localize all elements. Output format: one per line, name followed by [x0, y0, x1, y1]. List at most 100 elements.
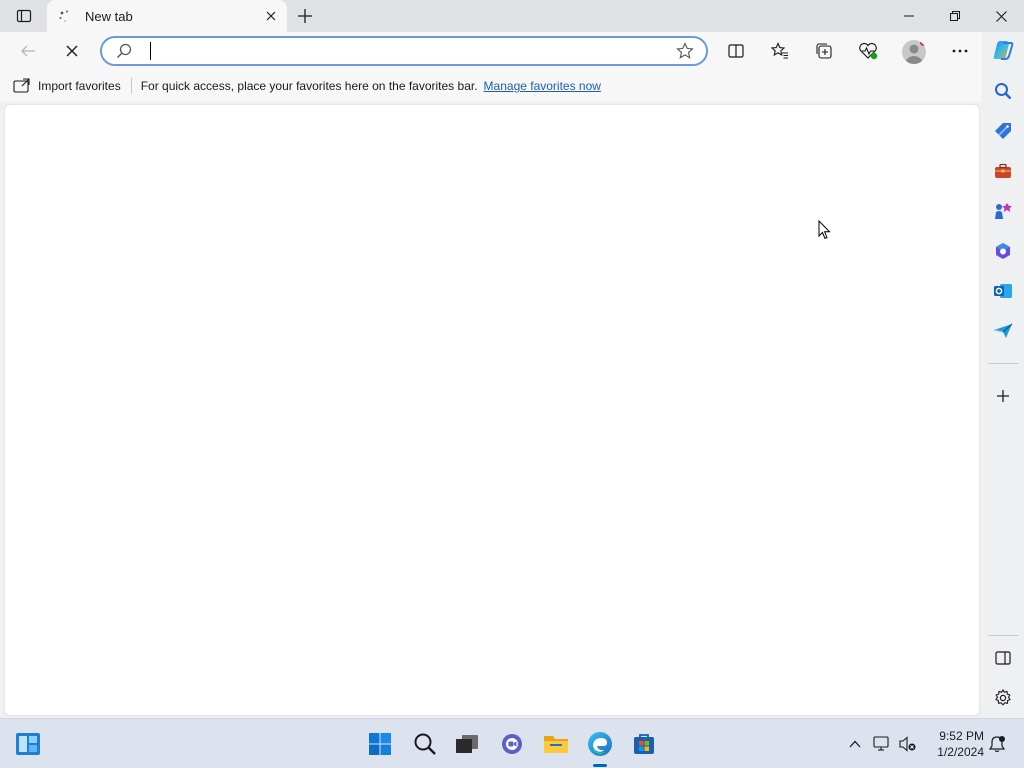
- close-icon: [995, 10, 1007, 22]
- copilot-icon: [993, 41, 1014, 60]
- tab-close-button[interactable]: [263, 8, 279, 24]
- collections-icon: [816, 43, 832, 59]
- back-arrow-icon: [21, 45, 35, 57]
- more-icon: [952, 49, 968, 53]
- sidebar-drop-button[interactable]: [990, 318, 1016, 344]
- address-bar[interactable]: [100, 36, 708, 66]
- notification-bell-icon: [988, 736, 1006, 753]
- microsoft-365-icon: [996, 243, 1010, 259]
- minimize-button[interactable]: [886, 0, 932, 32]
- store-icon: [634, 734, 654, 754]
- back-button[interactable]: [12, 36, 44, 66]
- search-icon: [995, 83, 1012, 100]
- sidebar-settings-button[interactable]: [990, 685, 1016, 711]
- edge-taskbar-button[interactable]: [585, 729, 615, 759]
- active-app-indicator: [593, 764, 607, 767]
- sidebar-tools-button[interactable]: [990, 158, 1016, 184]
- favorites-bar: Import favorites For quick access, place…: [0, 70, 982, 102]
- more-options-button[interactable]: [944, 36, 976, 66]
- widgets-button[interactable]: [13, 729, 43, 759]
- chat-icon: [502, 734, 522, 754]
- sidebar-search-button[interactable]: [990, 78, 1016, 104]
- favorites-hint-text: For quick access, place your favorites h…: [140, 79, 478, 93]
- clock-time: 9:52 PM: [939, 729, 984, 743]
- outlook-icon: [994, 284, 1012, 298]
- hide-sidebar-icon: [995, 651, 1011, 665]
- profile-avatar[interactable]: [902, 40, 926, 64]
- sidebar-shopping-button[interactable]: [990, 118, 1016, 144]
- tab-actions-button[interactable]: [10, 5, 38, 27]
- sidebar-m365-button[interactable]: [990, 238, 1016, 264]
- collections-button[interactable]: [808, 36, 840, 66]
- clock-date: 1/2/2024: [937, 745, 984, 759]
- chevron-up-icon: [849, 740, 861, 748]
- split-screen-icon: [728, 44, 744, 58]
- search-icon: [117, 43, 132, 58]
- volume-button[interactable]: [898, 734, 918, 754]
- plus-icon: [298, 9, 312, 23]
- taskbar-search-button[interactable]: [410, 729, 440, 759]
- edge-sidebar: [982, 32, 1024, 718]
- file-explorer-button[interactable]: [541, 729, 571, 759]
- favbar-divider: [130, 78, 132, 94]
- add-favorite-star-icon[interactable]: [676, 42, 694, 60]
- sidebar-games-button[interactable]: [990, 198, 1016, 224]
- stop-x-icon: [66, 45, 78, 57]
- browser-essentials-icon: [859, 42, 878, 60]
- file-explorer-icon: [544, 736, 568, 753]
- tab-new-tab[interactable]: New tab: [47, 0, 287, 32]
- tools-briefcase-icon: [995, 163, 1011, 178]
- address-input[interactable]: [148, 41, 658, 61]
- minimize-icon: [904, 15, 914, 17]
- show-hidden-icons-button[interactable]: [845, 734, 865, 754]
- tab-strip: New tab: [0, 0, 1024, 32]
- import-favorites-label: Import favorites: [38, 79, 121, 93]
- network-button[interactable]: [872, 734, 892, 754]
- sidebar-divider: [988, 363, 1018, 364]
- start-icon: [369, 733, 391, 755]
- import-icon: [13, 78, 30, 93]
- import-favorites-button[interactable]: Import favorites: [13, 78, 121, 94]
- favorites-icon: [771, 42, 788, 59]
- tab-actions-icon: [16, 9, 32, 23]
- close-icon: [266, 11, 276, 21]
- manage-favorites-link[interactable]: Manage favorites now: [484, 79, 601, 93]
- restore-icon: [950, 11, 960, 21]
- loading-spinner-icon: [59, 10, 69, 22]
- task-view-icon: [456, 735, 478, 753]
- search-icon: [414, 733, 436, 755]
- shopping-tag-icon: [995, 123, 1011, 139]
- mouse-pointer-icon: [818, 220, 831, 240]
- sidebar-add-button[interactable]: [990, 383, 1016, 409]
- volume-muted-icon: [899, 736, 916, 752]
- new-tab-button[interactable]: [292, 4, 318, 28]
- page-content-area[interactable]: [4, 104, 980, 716]
- favorites-button[interactable]: [764, 36, 796, 66]
- window-controls: [886, 0, 1024, 32]
- store-button[interactable]: [629, 729, 659, 759]
- windows-taskbar: 9:52 PM 1/2/2024: [0, 718, 1024, 768]
- stop-button[interactable]: [56, 36, 88, 66]
- drop-send-icon: [993, 323, 1013, 338]
- network-icon: [873, 736, 889, 751]
- games-icon: [995, 203, 1012, 219]
- browser-essentials-button[interactable]: [852, 36, 884, 66]
- chat-button[interactable]: [497, 729, 527, 759]
- split-screen-button[interactable]: [720, 36, 752, 66]
- sidebar-divider: [988, 635, 1018, 636]
- notifications-button[interactable]: [987, 734, 1007, 754]
- copilot-button[interactable]: [990, 37, 1016, 63]
- restore-button[interactable]: [932, 0, 978, 32]
- sidebar-outlook-button[interactable]: [990, 278, 1016, 304]
- task-view-button[interactable]: [452, 729, 482, 759]
- start-button[interactable]: [365, 729, 395, 759]
- browser-toolbar: [0, 32, 982, 70]
- notification-dot: [920, 40, 926, 46]
- settings-icon: [995, 689, 1011, 706]
- hide-sidebar-button[interactable]: [990, 645, 1016, 671]
- text-caret: [150, 42, 151, 60]
- taskbar-clock[interactable]: 9:52 PM 1/2/2024: [930, 728, 984, 760]
- close-window-button[interactable]: [978, 0, 1024, 32]
- edge-icon: [588, 732, 612, 756]
- tab-title: New tab: [85, 8, 133, 24]
